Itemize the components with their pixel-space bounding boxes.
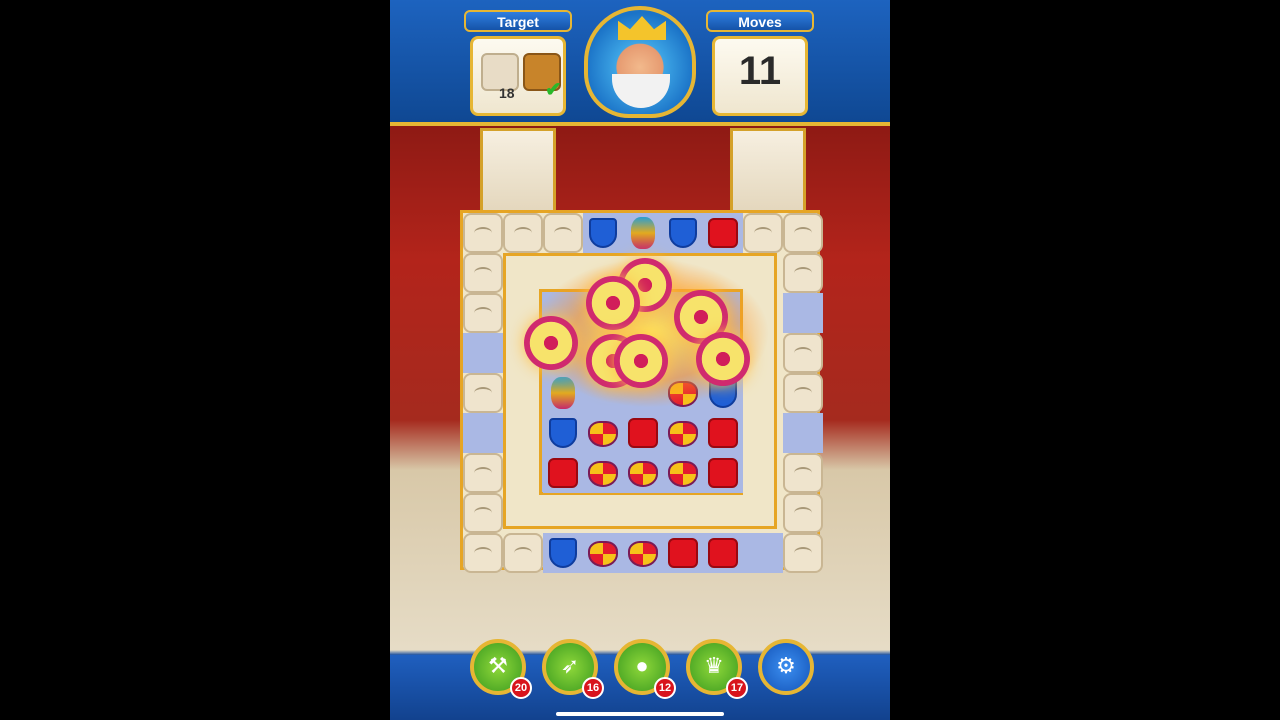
wall-pillar — [730, 128, 806, 214]
sandbag-tile[interactable] — [783, 533, 823, 573]
gear-icon: ⚙ — [776, 653, 796, 678]
wall-pillar — [480, 128, 556, 214]
booster-toolbar: ⚒ 20 ➶ 16 ● 12 ♛ 17 ⚙ — [390, 639, 890, 720]
target-card: 18 ✔ — [470, 36, 566, 116]
game-screen: Target 18 ✔ Moves 11 ⚒ 20 ➶ 16 ● 12 ♛ 17… — [390, 0, 890, 720]
sandbag-tile[interactable] — [463, 493, 503, 533]
jester-piece[interactable] — [583, 453, 623, 493]
booster-count-badge: 17 — [726, 677, 748, 699]
blue-shield-piece[interactable] — [543, 533, 583, 573]
hammer-booster-button[interactable]: ⚒ 20 — [470, 639, 532, 699]
cannon-booster-button[interactable]: ● 12 — [614, 639, 676, 699]
king-avatar — [584, 6, 696, 118]
checkmark-icon: ✔ — [545, 79, 562, 101]
sandbag-tile[interactable] — [463, 253, 503, 293]
sandbag-tile[interactable] — [783, 453, 823, 493]
red-gem-piece[interactable] — [623, 413, 663, 453]
sandbag-tile[interactable] — [503, 213, 543, 253]
red-gem-piece[interactable] — [703, 413, 743, 453]
jester-piece[interactable] — [663, 413, 703, 453]
red-gem-piece[interactable] — [543, 453, 583, 493]
blue-shield-piece[interactable] — [543, 413, 583, 453]
sandbag-tile[interactable] — [743, 213, 783, 253]
cannonball-disc — [524, 316, 578, 370]
red-gem-piece[interactable] — [663, 533, 703, 573]
arrow-booster-button[interactable]: ➶ 16 — [542, 639, 604, 699]
sandbag-tile[interactable] — [463, 533, 503, 573]
sandbag-tile[interactable] — [463, 293, 503, 333]
blue-shield-piece[interactable] — [583, 213, 623, 253]
moves-panel: Moves 11 — [706, 10, 814, 116]
cannonball-disc — [586, 276, 640, 330]
game-header: Target 18 ✔ Moves 11 — [390, 0, 890, 126]
jester-piece[interactable] — [583, 413, 623, 453]
moves-card: 11 — [712, 36, 808, 116]
sandbag-tile[interactable] — [463, 453, 503, 493]
jester-piece[interactable] — [623, 453, 663, 493]
sandbag-tile[interactable] — [463, 213, 503, 253]
sandbag-tile[interactable] — [783, 493, 823, 533]
booster-count-badge: 16 — [582, 677, 604, 699]
sandbag-tile[interactable] — [503, 533, 543, 573]
jester-hat-icon: ♛ — [704, 653, 724, 678]
sandbag-target-count: 18 — [499, 85, 515, 101]
cannonball-disc — [696, 332, 750, 386]
bow-arrow-icon: ➶ — [560, 653, 580, 678]
red-gem-piece[interactable] — [703, 453, 743, 493]
target-label: Target — [464, 10, 572, 32]
crown-icon — [618, 16, 666, 40]
jester-piece[interactable] — [663, 453, 703, 493]
home-indicator[interactable] — [556, 712, 724, 716]
sandbag-tile[interactable] — [783, 333, 823, 373]
cannonball-disc — [614, 334, 668, 388]
jester-piece[interactable] — [623, 533, 663, 573]
red-gem-piece[interactable] — [703, 533, 743, 573]
hammer-icon: ⚒ — [488, 653, 508, 678]
sandbag-tile[interactable] — [543, 213, 583, 253]
booster-count-badge: 20 — [510, 677, 532, 699]
bells-piece[interactable] — [623, 213, 663, 253]
jester-piece[interactable] — [583, 533, 623, 573]
moves-label: Moves — [706, 10, 814, 32]
blue-shield-piece[interactable] — [663, 213, 703, 253]
moves-counter: 11 — [738, 49, 782, 93]
target-panel: Target 18 ✔ — [464, 10, 572, 116]
settings-button[interactable]: ⚙ — [758, 639, 814, 695]
cannon-icon: ● — [635, 653, 649, 678]
jester-booster-button[interactable]: ♛ 17 — [686, 639, 748, 699]
red-gem-piece[interactable] — [703, 213, 743, 253]
sandbag-tile[interactable] — [783, 373, 823, 413]
booster-count-badge: 12 — [654, 677, 676, 699]
sandbag-tile[interactable] — [463, 373, 503, 413]
sandbag-tile[interactable] — [783, 253, 823, 293]
sandbag-tile[interactable] — [783, 213, 823, 253]
